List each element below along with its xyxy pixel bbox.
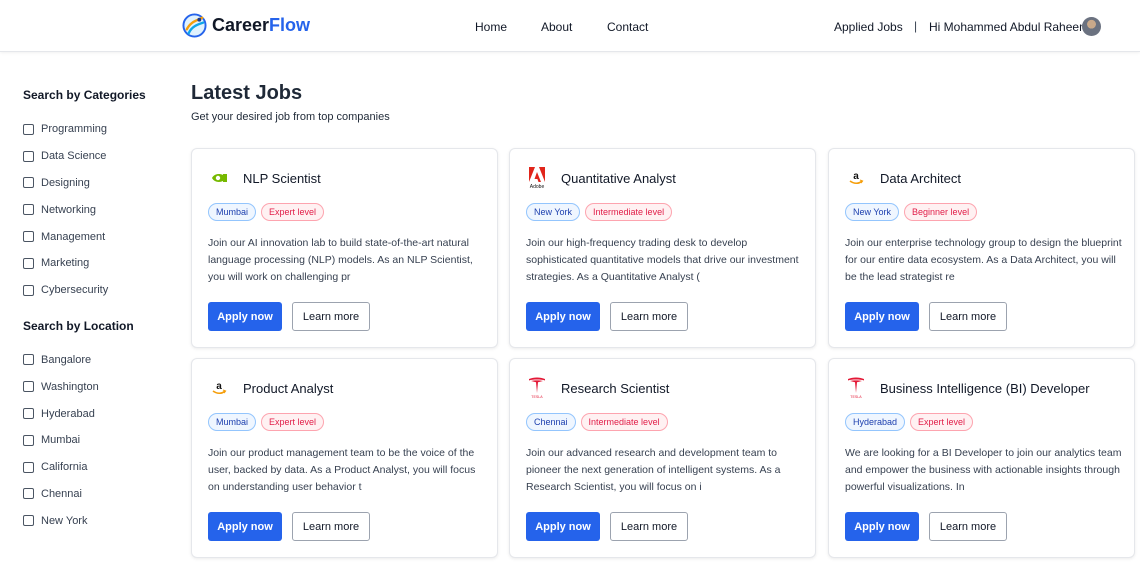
checkbox[interactable] <box>23 231 34 243</box>
location-filter-california[interactable]: California <box>23 454 173 481</box>
learn-more-button[interactable]: Learn more <box>610 512 688 541</box>
location-badge: Mumbai <box>208 413 257 431</box>
checkbox[interactable] <box>23 204 34 216</box>
location-filter-washington[interactable]: Washington <box>23 373 173 400</box>
location-filter-list: Bangalore Washington Hyderabad Mumbai Ca… <box>23 347 173 535</box>
apply-now-button[interactable]: Apply now <box>845 512 919 541</box>
learn-more-button[interactable]: Learn more <box>929 302 1007 331</box>
checkbox[interactable] <box>23 488 34 500</box>
location-badge: Hyderabad <box>845 413 906 431</box>
category-filter-networking[interactable]: Networking <box>23 196 173 223</box>
location-filter-bangalore[interactable]: Bangalore <box>23 347 173 374</box>
logo-text: CareerFlow <box>212 15 311 35</box>
job-description: Join our enterprise technology group to … <box>845 237 1122 283</box>
tesla-logo-icon: TESLA <box>526 377 548 399</box>
svg-text:a: a <box>853 171 859 182</box>
categories-filter-list: Programming Data Science Designing Netwo… <box>23 116 173 304</box>
checkbox[interactable] <box>23 123 34 135</box>
nav-home[interactable]: Home <box>475 20 507 34</box>
location-badge: New York <box>845 203 900 221</box>
location-badge: Mumbai <box>208 203 257 221</box>
job-card: TESLA Business Intelligence (BI) Develop… <box>828 358 1135 558</box>
checkbox[interactable] <box>23 150 34 162</box>
top-navbar: CareerFlow Home About Contact Applied Jo… <box>0 0 1140 52</box>
job-card: TESLA Research Scientist Chennai Interme… <box>509 358 816 558</box>
level-badge: Expert level <box>261 203 325 221</box>
filter-sidebar: Search by Categories Programming Data Sc… <box>23 88 173 534</box>
location-filter-chennai[interactable]: Chennai <box>23 481 173 508</box>
user-greeting: Hi Mohammed Abdul Raheem <box>929 20 1090 34</box>
learn-more-button[interactable]: Learn more <box>929 512 1007 541</box>
level-badge: Intermediate level <box>580 413 668 431</box>
job-title[interactable]: NLP Scientist <box>243 171 321 186</box>
job-description: Join our AI innovation lab to build stat… <box>208 237 473 283</box>
level-badge: Intermediate level <box>585 203 673 221</box>
careerflow-logo[interactable]: CareerFlow <box>182 13 310 38</box>
apply-now-button[interactable]: Apply now <box>845 302 919 331</box>
checkbox[interactable] <box>23 434 34 446</box>
category-filter-programming[interactable]: Programming <box>23 116 173 143</box>
checkbox[interactable] <box>23 381 34 393</box>
checkbox[interactable] <box>23 354 34 366</box>
checkbox[interactable] <box>23 177 34 189</box>
nav-separator: | <box>914 19 918 33</box>
job-card: a Product Analyst Mumbai Expert level Jo… <box>191 358 498 558</box>
location-badge: Chennai <box>526 413 576 431</box>
checkbox[interactable] <box>23 461 34 473</box>
job-description: We are looking for a BI Developer to joi… <box>845 447 1122 493</box>
location-filter-mumbai[interactable]: Mumbai <box>23 427 173 454</box>
user-avatar[interactable] <box>1082 17 1101 36</box>
level-badge: Expert level <box>261 413 325 431</box>
job-description: Join our high-frequency trading desk to … <box>526 237 799 283</box>
svg-text:TESLA: TESLA <box>850 395 862 399</box>
apply-now-button[interactable]: Apply now <box>526 512 600 541</box>
checkbox[interactable] <box>23 257 34 269</box>
category-filter-cybersecurity[interactable]: Cybersecurity <box>23 277 173 304</box>
job-title[interactable]: Research Scientist <box>561 381 669 396</box>
category-filter-marketing[interactable]: Marketing <box>23 250 173 277</box>
apply-now-button[interactable]: Apply now <box>526 302 600 331</box>
level-badge: Expert level <box>910 413 974 431</box>
svg-text:Adobe: Adobe <box>530 184 545 189</box>
job-title[interactable]: Product Analyst <box>243 381 333 396</box>
location-badge: New York <box>526 203 581 221</box>
nvidia-logo-icon <box>208 167 230 189</box>
svg-text:a: a <box>216 381 222 392</box>
amazon-logo-icon: a <box>208 377 230 399</box>
apply-now-button[interactable]: Apply now <box>208 512 282 541</box>
level-badge: Beginner level <box>904 203 978 221</box>
learn-more-button[interactable]: Learn more <box>292 302 370 331</box>
nav-applied-jobs[interactable]: Applied Jobs <box>834 20 903 34</box>
location-heading: Search by Location <box>23 318 134 333</box>
job-card: a Data Architect New York Beginner level… <box>828 148 1135 348</box>
nav-about[interactable]: About <box>541 20 572 34</box>
careerflow-logo-icon <box>182 13 207 38</box>
svg-text:TESLA: TESLA <box>531 395 543 399</box>
category-filter-designing[interactable]: Designing <box>23 170 173 197</box>
location-filter-new-york[interactable]: New York <box>23 507 173 534</box>
job-card: Adobe Quantitative Analyst New York Inte… <box>509 148 816 348</box>
job-card: NLP Scientist Mumbai Expert level Join o… <box>191 148 498 348</box>
learn-more-button[interactable]: Learn more <box>292 512 370 541</box>
job-title[interactable]: Quantitative Analyst <box>561 171 676 186</box>
learn-more-button[interactable]: Learn more <box>610 302 688 331</box>
job-description: Join our product management team to be t… <box>208 447 476 493</box>
page-title: Latest Jobs <box>191 82 303 104</box>
nav-contact[interactable]: Contact <box>607 20 648 34</box>
tesla-logo-icon: TESLA <box>845 377 867 399</box>
checkbox[interactable] <box>23 408 34 420</box>
job-description: Join our advanced research and developme… <box>526 447 781 493</box>
amazon-logo-icon: a <box>845 167 867 189</box>
category-filter-management[interactable]: Management <box>23 223 173 250</box>
page-subtitle: Get your desired job from top companies <box>191 111 390 123</box>
job-title[interactable]: Data Architect <box>880 171 961 186</box>
checkbox[interactable] <box>23 284 34 296</box>
job-title[interactable]: Business Intelligence (BI) Developer <box>880 381 1090 396</box>
apply-now-button[interactable]: Apply now <box>208 302 282 331</box>
categories-heading: Search by Categories <box>23 88 146 102</box>
location-filter-hyderabad[interactable]: Hyderabad <box>23 400 173 427</box>
checkbox[interactable] <box>23 515 34 527</box>
adobe-logo-icon: Adobe <box>526 167 548 189</box>
category-filter-data-science[interactable]: Data Science <box>23 143 173 170</box>
